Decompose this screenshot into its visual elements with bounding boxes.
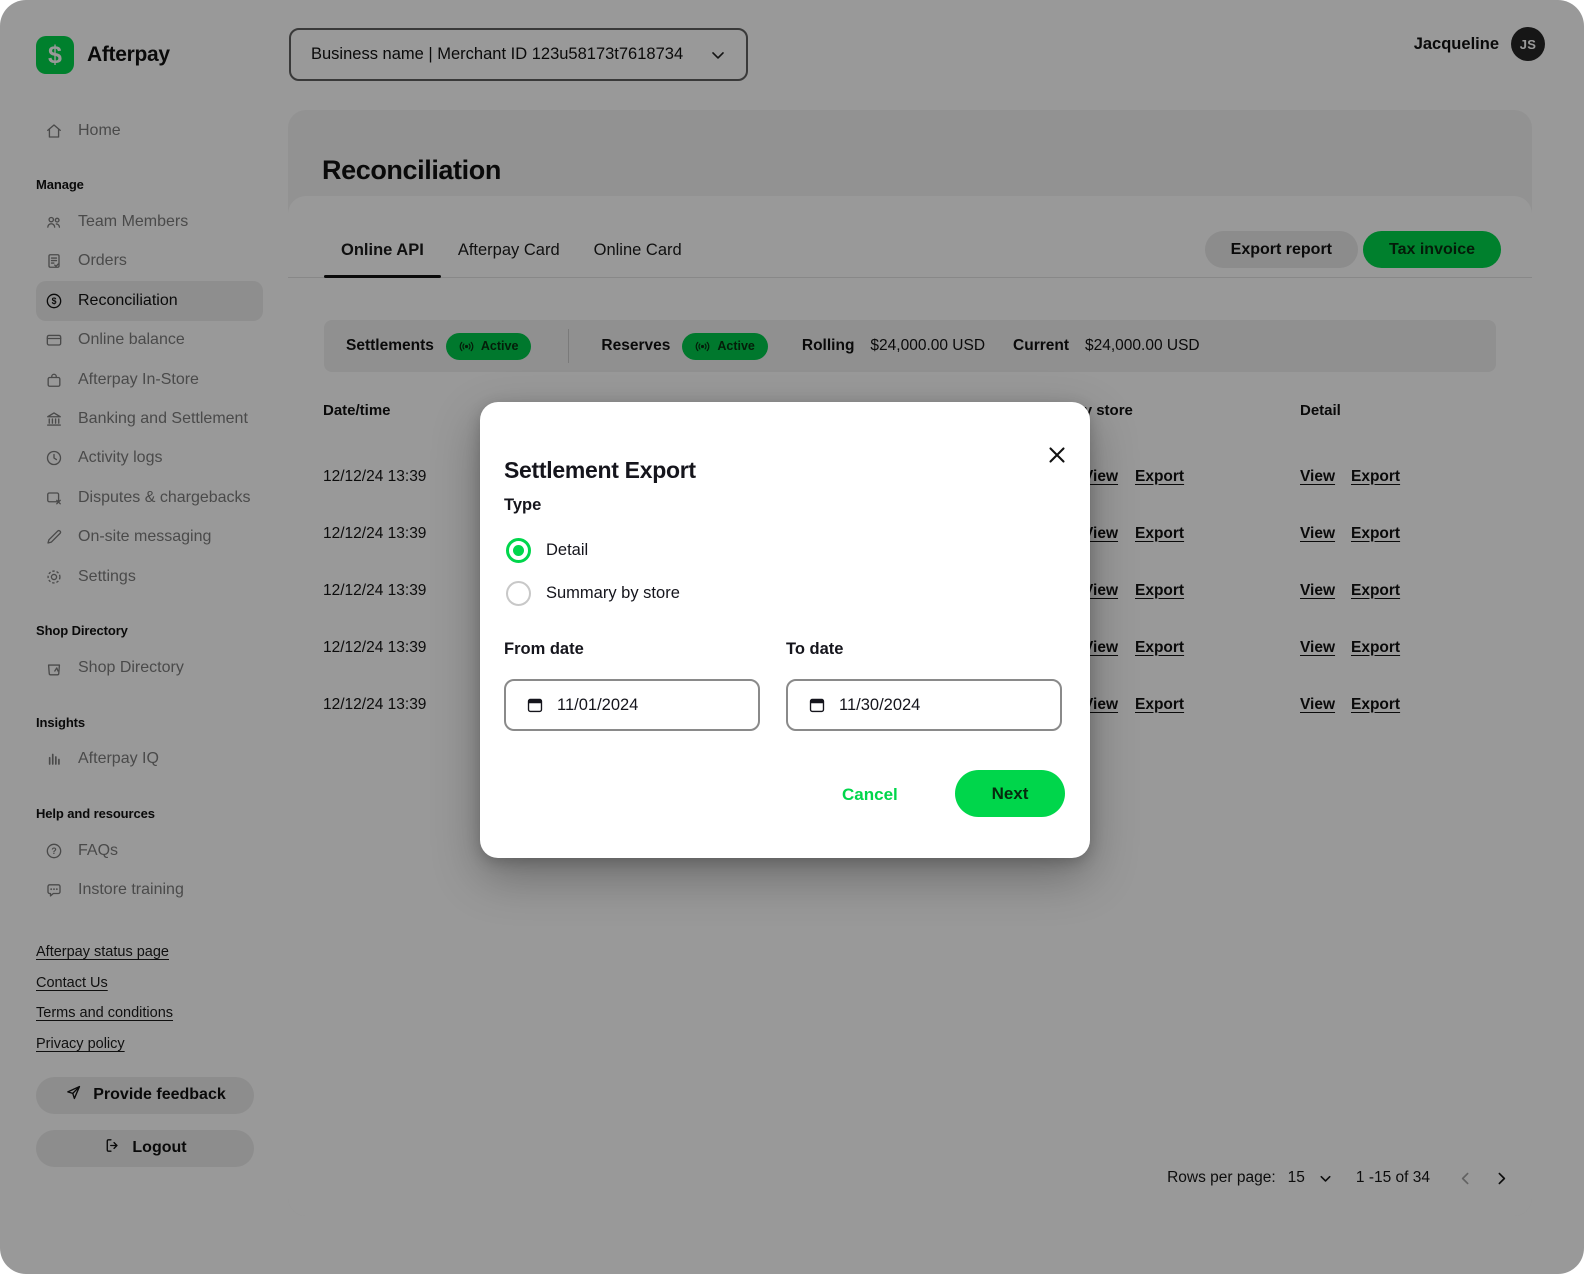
calendar-icon bbox=[808, 696, 826, 714]
to-date-label: To date bbox=[786, 640, 843, 659]
cancel-button[interactable]: Cancel bbox=[832, 781, 908, 809]
close-icon bbox=[1045, 443, 1069, 467]
radio-unselected-icon bbox=[506, 581, 531, 606]
calendar-icon bbox=[526, 696, 544, 714]
from-date-input[interactable]: 11/01/2024 bbox=[504, 679, 760, 731]
from-date-label: From date bbox=[504, 640, 584, 659]
to-date-input[interactable]: 11/30/2024 bbox=[786, 679, 1062, 731]
radio-option-summary-by-store[interactable]: Summary by store bbox=[506, 581, 680, 606]
modal-title: Settlement Export bbox=[504, 457, 696, 484]
type-label: Type bbox=[504, 496, 541, 515]
next-button[interactable]: Next bbox=[955, 770, 1065, 817]
radio-option-detail[interactable]: Detail bbox=[506, 538, 588, 563]
radio-label: Summary by store bbox=[546, 584, 680, 603]
settlement-export-modal: Settlement Export Type Detail Summary by… bbox=[480, 402, 1090, 858]
afterpay-merchant-portal: $ Afterpay Home Manage Team Members bbox=[0, 0, 1584, 1274]
to-date-value: 11/30/2024 bbox=[839, 696, 920, 715]
close-button[interactable] bbox=[1042, 440, 1072, 470]
radio-selected-icon bbox=[506, 538, 531, 563]
radio-label: Detail bbox=[546, 541, 588, 560]
from-date-value: 11/01/2024 bbox=[557, 696, 638, 715]
